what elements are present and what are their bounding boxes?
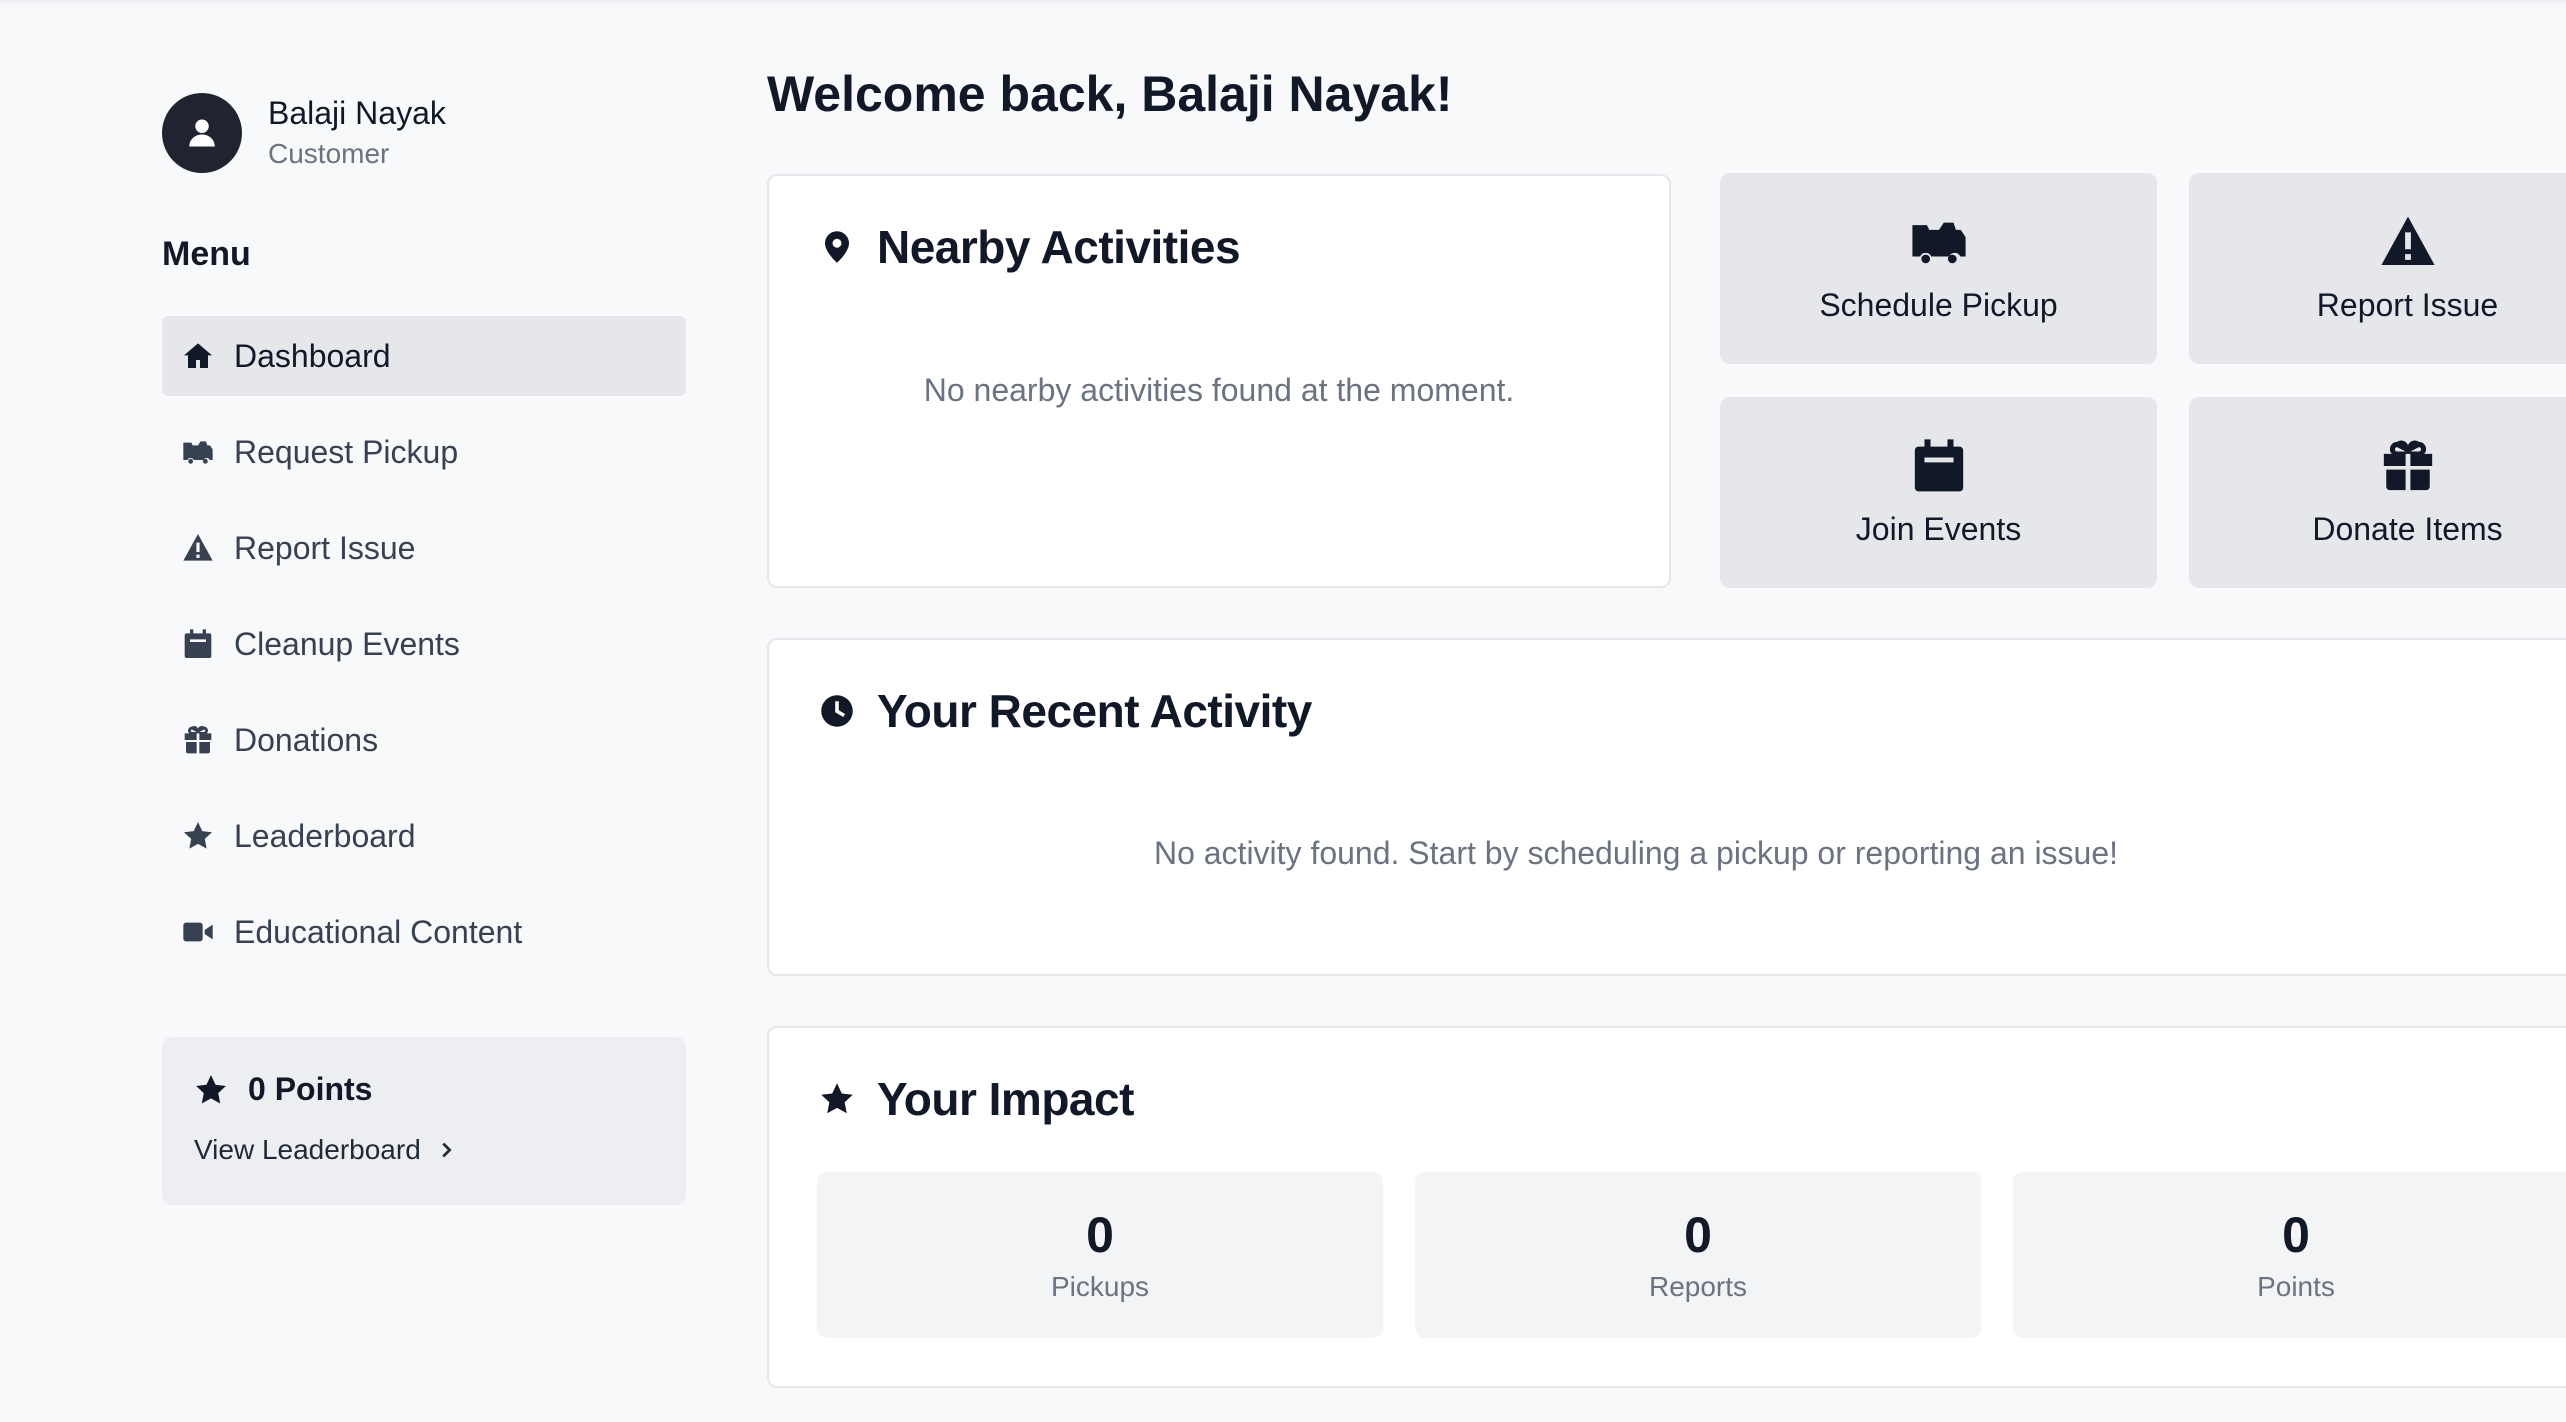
sidebar-item-donations[interactable]: Donations — [162, 700, 686, 780]
nearby-activities-heading: Nearby Activities — [877, 221, 1241, 273]
truck-icon — [1911, 222, 1966, 264]
page-title: Welcome back, Balaji Nayak! — [767, 66, 1453, 122]
report-issue-label: Report Issue — [2316, 287, 2499, 323]
sidebar-item-educational-content[interactable]: Educational Content — [162, 892, 686, 972]
view-leaderboard-link[interactable]: View Leaderboard — [194, 1134, 654, 1166]
location-pin-icon — [825, 231, 849, 263]
stat-label: Reports — [1648, 1271, 1748, 1302]
stat-pickups: 0 Pickups — [817, 1172, 1383, 1338]
avatar — [162, 93, 242, 173]
truck-icon — [183, 441, 213, 464]
schedule-pickup-button[interactable]: Schedule Pickup — [1720, 173, 2157, 364]
sidebar-item-cleanup-events[interactable]: Cleanup Events — [162, 604, 686, 684]
stat-points: 0 Points — [2013, 1172, 2566, 1338]
sidebar-item-label: Dashboard — [234, 337, 391, 374]
user-role: Customer — [268, 138, 390, 169]
stat-value: 0 — [1086, 1207, 1114, 1263]
nearby-empty-message: No nearby activities found at the moment… — [923, 372, 1515, 408]
user-name: Balaji Nayak — [268, 95, 446, 131]
recent-activity-heading: Your Recent Activity — [877, 685, 1312, 737]
gift-icon — [184, 725, 212, 754]
recent-empty-message: No activity found. Start by scheduling a… — [1153, 835, 2119, 871]
view-leaderboard-label: View Leaderboard — [194, 1134, 421, 1165]
dashboard-page: Balaji Nayak Customer Menu Dashboard Req… — [0, 0, 2566, 1422]
recent-activity-title: Your Recent Activity — [819, 684, 1312, 738]
nearby-activities-card: Nearby Activities No nearby activities f… — [767, 174, 1671, 588]
schedule-pickup-label: Schedule Pickup — [1819, 287, 2058, 323]
sidebar-item-label: Cleanup Events — [234, 625, 460, 662]
home-icon — [184, 343, 212, 368]
recent-activity-card: Your Recent Activity No activity found. … — [767, 638, 2566, 976]
calendar-icon — [1914, 439, 1963, 492]
stat-label: Points — [2257, 1271, 2335, 1302]
donate-items-label: Donate Items — [2312, 511, 2503, 547]
sidebar-item-label: Educational Content — [234, 913, 523, 950]
sidebar-item-dashboard[interactable]: Dashboard — [162, 316, 686, 396]
stat-value: 0 — [1684, 1207, 1712, 1263]
sidebar-item-label: Report Issue — [234, 529, 416, 566]
sidebar-item-report-issue[interactable]: Report Issue — [162, 508, 686, 588]
nearby-activities-title: Nearby Activities — [819, 220, 1241, 274]
warning-icon — [183, 534, 213, 561]
chevron-right-icon — [442, 1142, 452, 1158]
stat-reports: 0 Reports — [1415, 1172, 1981, 1338]
clock-icon — [821, 695, 853, 727]
donate-items-button[interactable]: Donate Items — [2189, 397, 2566, 588]
points-card: 0 Points View Leaderboard — [162, 1037, 686, 1205]
report-issue-button[interactable]: Report Issue — [2189, 173, 2566, 364]
star-icon — [821, 1083, 853, 1114]
impact-heading: Your Impact — [877, 1073, 1134, 1125]
gift-icon — [2383, 440, 2432, 491]
sidebar-item-leaderboard[interactable]: Leaderboard — [162, 796, 686, 876]
stat-label: Pickups — [1050, 1271, 1150, 1302]
sidebar-item-label: Donations — [234, 721, 379, 758]
star-icon — [184, 822, 212, 849]
user-profile: Balaji Nayak Customer — [162, 93, 446, 173]
menu-title: Menu — [162, 235, 251, 273]
warning-icon — [2380, 216, 2435, 265]
sidebar-item-label: Leaderboard — [234, 817, 416, 854]
impact-title: Your Impact — [819, 1072, 1134, 1126]
calendar-icon — [184, 629, 212, 658]
sidebar-nav: Dashboard Request Pickup Report Issue Cl… — [162, 316, 686, 988]
points-total: 0 Points — [248, 1071, 373, 1107]
sidebar-item-label: Request Pickup — [234, 433, 459, 470]
user-icon — [189, 119, 215, 147]
video-icon — [183, 922, 213, 942]
impact-card: Your Impact 0 Pickups 0 Reports 0 Points — [767, 1026, 2566, 1388]
join-events-button[interactable]: Join Events — [1720, 397, 2157, 588]
sidebar-item-request-pickup[interactable]: Request Pickup — [162, 412, 686, 492]
star-icon — [196, 1074, 226, 1103]
join-events-label: Join Events — [1855, 511, 2022, 547]
stat-value: 0 — [2282, 1207, 2310, 1263]
